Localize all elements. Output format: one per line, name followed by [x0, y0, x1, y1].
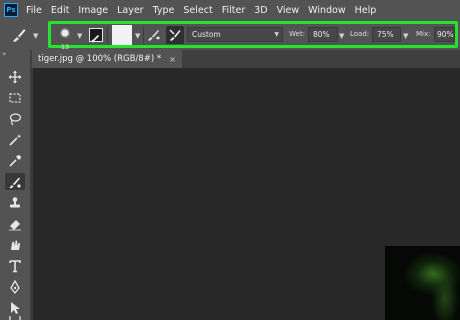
clean-brush-icon: [169, 29, 181, 41]
document-tab[interactable]: tiger.jpg @ 100% (RGB/8#) * ×: [32, 50, 182, 68]
stamp-icon: [10, 196, 20, 207]
menu-image[interactable]: Image: [78, 5, 108, 16]
mix-label: Mix:: [416, 30, 431, 38]
menu-view[interactable]: View: [277, 5, 300, 16]
mixer-brush-preset-icon: [13, 29, 26, 42]
smudge-tool[interactable]: [5, 236, 25, 253]
menu-type[interactable]: Type: [153, 5, 175, 16]
menu-window[interactable]: Window: [308, 5, 345, 16]
brush-preset-dropdown-icon[interactable]: ▼: [77, 32, 82, 40]
chevron-down-icon: ▼: [274, 31, 279, 38]
clone-stamp-tool[interactable]: [5, 194, 25, 211]
load-value: 75%: [377, 30, 394, 39]
load-brush-icon: [148, 30, 160, 41]
menu-file[interactable]: File: [26, 5, 42, 16]
type-icon: [9, 259, 21, 272]
blending-preset-value: Custom: [192, 30, 221, 39]
brush-settings-icon: [91, 34, 100, 43]
marquee-tool[interactable]: [5, 89, 25, 106]
eraser-tool[interactable]: [5, 215, 25, 232]
quick-select-tool[interactable]: [5, 131, 25, 148]
current-brush-load-swatch[interactable]: [112, 25, 132, 45]
mixer-brush-tool[interactable]: [5, 173, 25, 190]
menu-help[interactable]: Help: [355, 5, 377, 16]
lasso-tool[interactable]: [5, 110, 25, 127]
smudge-icon: [11, 239, 20, 250]
move-tool[interactable]: [5, 68, 25, 85]
blending-preset-dropdown[interactable]: Custom ▼: [187, 27, 283, 42]
tiger-image-corner[interactable]: [385, 246, 460, 320]
move-icon: [8, 70, 22, 83]
rectangle-icon: [9, 316, 21, 320]
lasso-icon: [9, 112, 22, 125]
tool-preset-dropdown-icon[interactable]: ▼: [33, 32, 38, 40]
eyedropper-icon: [9, 154, 21, 167]
wet-field[interactable]: 80%: [308, 27, 338, 42]
load-field[interactable]: 75%: [372, 27, 401, 42]
eraser-icon: [9, 219, 21, 230]
tool-preset-picker[interactable]: [10, 26, 28, 48]
load-label: Load:: [350, 30, 370, 38]
photoshop-logo-icon[interactable]: Ps: [4, 3, 18, 17]
load-dropdown-icon[interactable]: ▼: [403, 32, 408, 40]
menu-edit[interactable]: Edit: [51, 5, 69, 16]
brush-tip-icon: [60, 28, 70, 38]
menu-layer[interactable]: Layer: [117, 5, 144, 16]
eyedropper-tool[interactable]: [5, 152, 25, 169]
close-icon[interactable]: ×: [169, 55, 176, 64]
wet-value: 80%: [313, 30, 330, 39]
collapse-toolbar-icon[interactable]: »: [2, 50, 6, 58]
mix-field[interactable]: 90%: [434, 27, 455, 42]
menu-3d[interactable]: 3D: [254, 5, 267, 16]
marquee-icon: [9, 92, 21, 103]
load-brush-toggle[interactable]: [146, 27, 162, 43]
document-tab-strip: tiger.jpg @ 100% (RGB/8#) * ×: [30, 50, 460, 68]
rectangle-tool[interactable]: [5, 316, 25, 320]
mixer-brush-icon: [9, 177, 21, 188]
canvas-edge: [30, 68, 33, 320]
menu-select[interactable]: Select: [183, 5, 212, 16]
wet-label: Wet:: [289, 30, 305, 38]
separator: [107, 27, 108, 43]
menu-filter[interactable]: Filter: [222, 5, 246, 16]
path-select-tool[interactable]: [5, 299, 25, 316]
pen-icon: [10, 279, 20, 294]
brush-settings-toggle[interactable]: [89, 28, 103, 43]
brush-load-dropdown-icon[interactable]: ▼: [135, 32, 140, 40]
type-tool[interactable]: [5, 257, 25, 274]
wet-dropdown-icon[interactable]: ▼: [339, 32, 344, 40]
tools-panel: »: [0, 50, 30, 320]
mix-value: 90%: [437, 30, 454, 39]
arrow-cursor-icon: [11, 301, 20, 314]
clean-brush-toggle[interactable]: [166, 26, 184, 44]
magic-wand-icon: [9, 133, 22, 146]
document-tab-title: tiger.jpg @ 100% (RGB/8#) *: [38, 54, 162, 64]
separator: [143, 27, 144, 43]
pen-tool[interactable]: [5, 278, 25, 295]
options-bar: ▼ 13 ▼ ▼ Custom ▼ Wet: 80% ▼ Load: 75% ▼…: [0, 20, 460, 51]
brush-preset-picker[interactable]: 13: [57, 24, 73, 51]
menu-bar: Ps File Edit Image Layer Type Select Fil…: [0, 0, 460, 20]
